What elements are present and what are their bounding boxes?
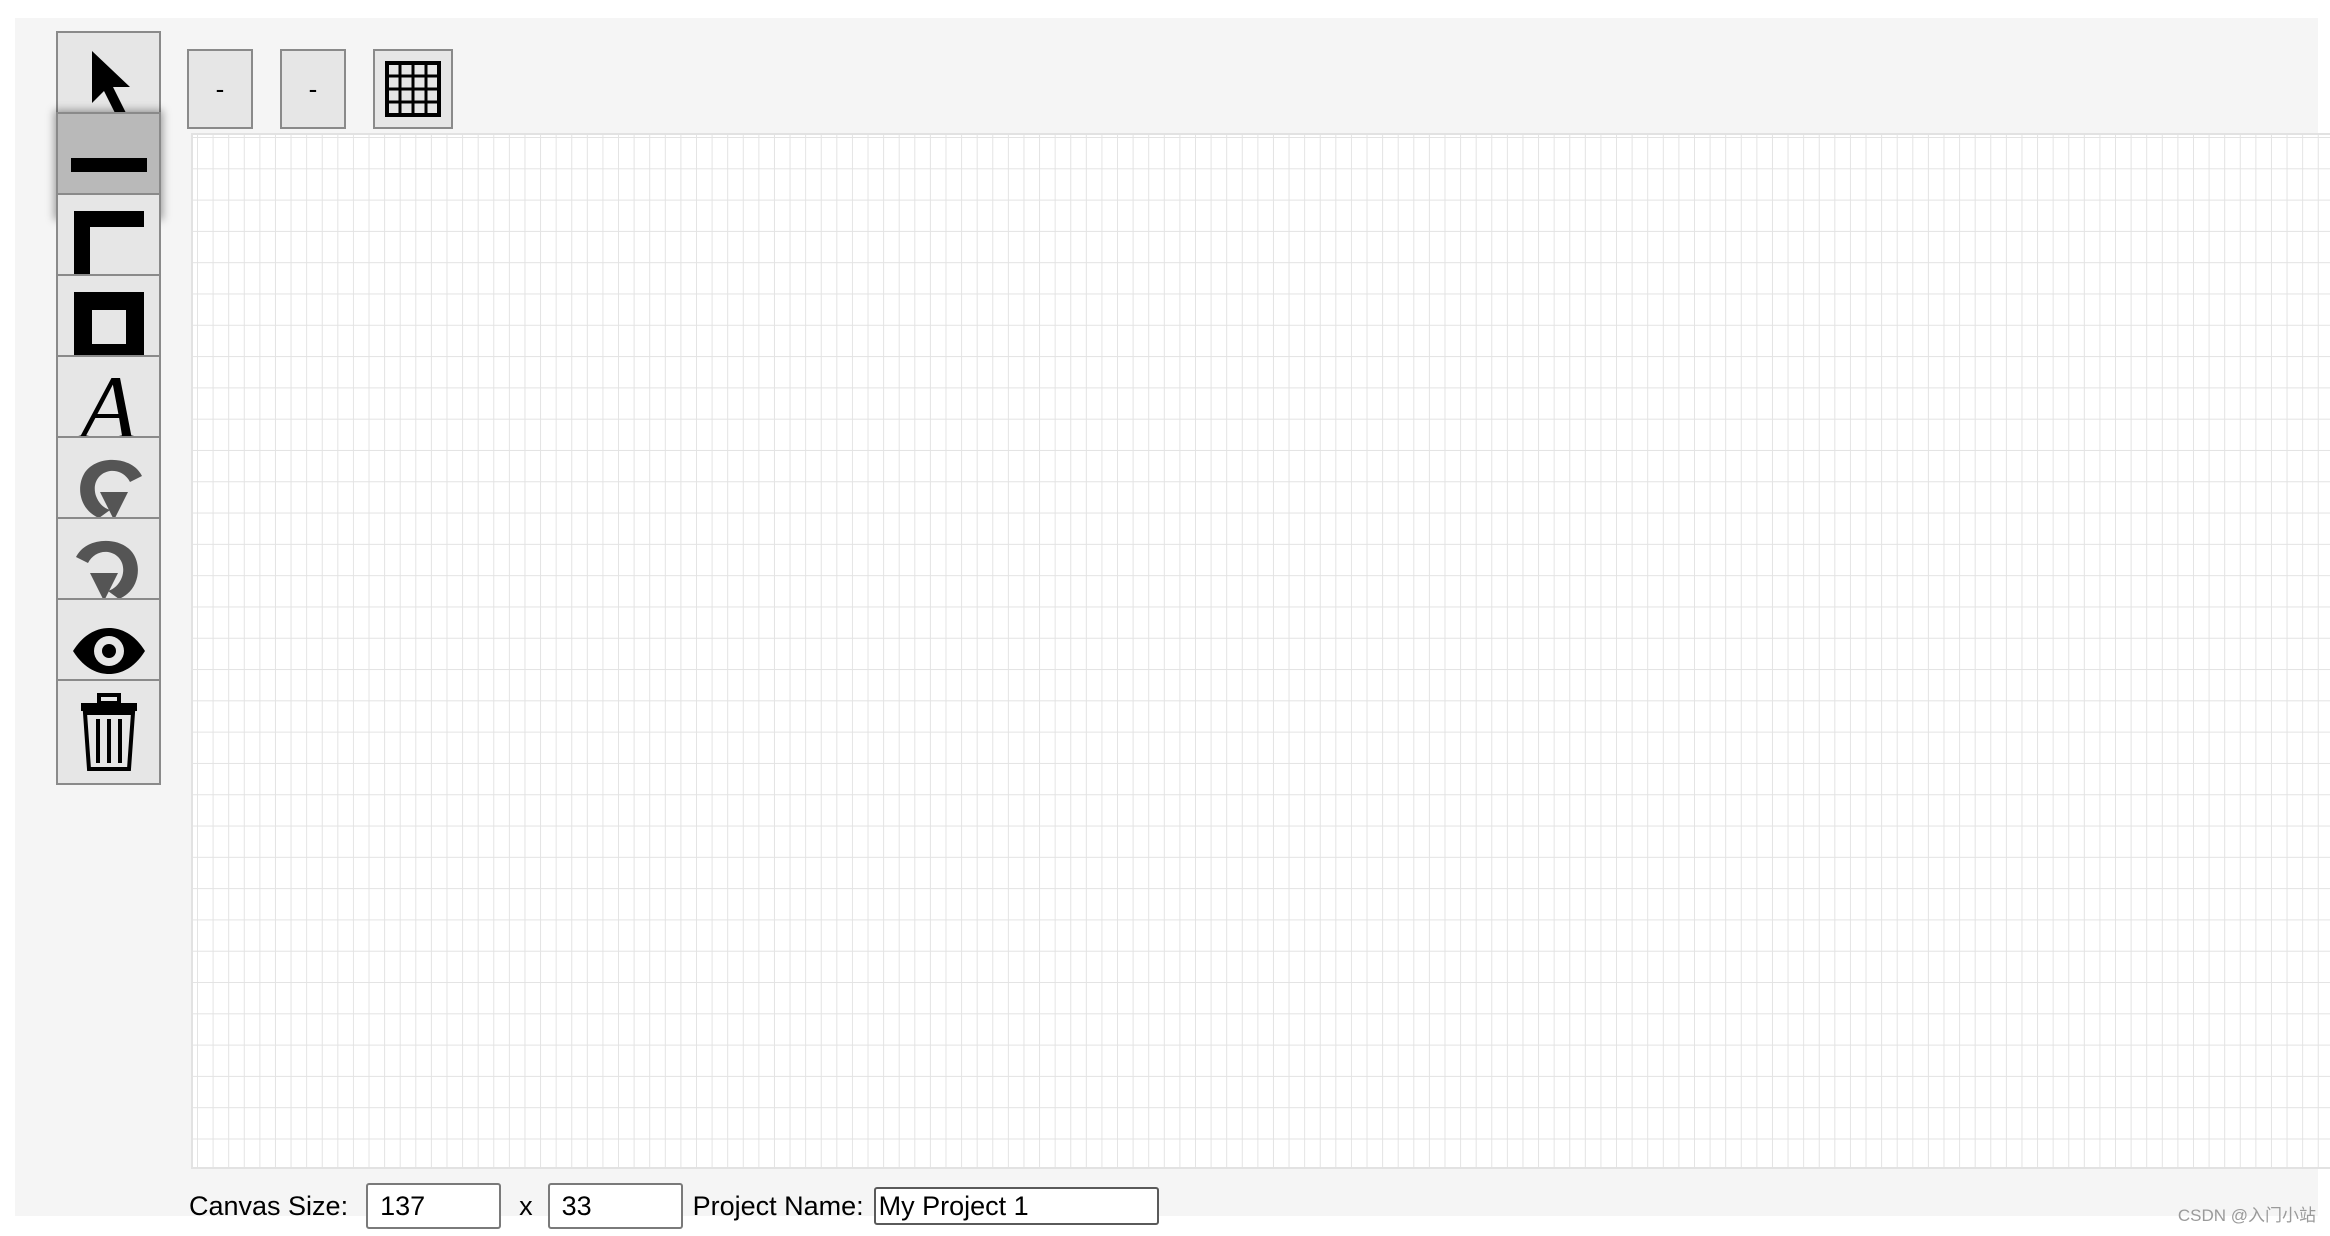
- canvas-height-input[interactable]: [547, 1183, 683, 1229]
- times-label: x: [519, 1190, 533, 1221]
- project-name-label: Project Name:: [692, 1190, 864, 1221]
- corner-line-icon: [73, 211, 144, 281]
- drawing-canvas-grid[interactable]: [191, 133, 2330, 1169]
- horizontal-line-icon: [70, 158, 147, 172]
- trash-icon: [80, 693, 137, 771]
- grid-icon: [385, 61, 441, 117]
- undo-arrow-icon: [79, 459, 142, 520]
- watermark: CSDN @入门小站: [2177, 1206, 2316, 1225]
- app-window: A - - Canvas Size: 137 x 33 Project Name…: [15, 18, 2330, 1229]
- top-button-1-label: -: [215, 73, 225, 104]
- grid-toggle-button[interactable]: [373, 49, 453, 129]
- top-button-1[interactable]: -: [187, 49, 253, 129]
- canvas-settings-bar: Canvas Size: x Project Name:: [189, 1181, 1159, 1231]
- box-square-icon: [73, 292, 144, 362]
- top-button-2-label: -: [308, 73, 318, 104]
- eye-icon: [72, 628, 145, 674]
- cursor-arrow-icon: [91, 51, 130, 117]
- project-name-input[interactable]: [873, 1187, 1159, 1225]
- top-button-2[interactable]: -: [280, 49, 346, 129]
- delete-button[interactable]: [56, 679, 161, 785]
- canvas-size-label: Canvas Size:: [189, 1190, 349, 1221]
- canvas-width-input[interactable]: [366, 1183, 502, 1229]
- redo-arrow-icon: [75, 540, 138, 601]
